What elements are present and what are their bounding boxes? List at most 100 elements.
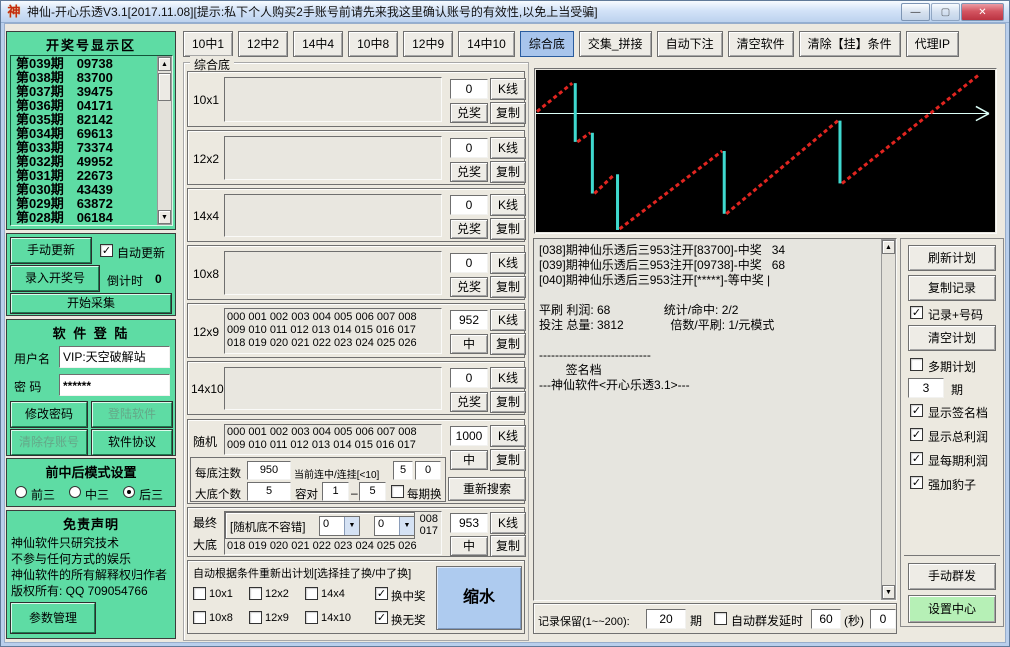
list-item[interactable]: 第033期73374 xyxy=(11,141,156,155)
replan-12x2-checkbox[interactable] xyxy=(249,587,262,600)
kline-button[interactable]: K线 xyxy=(490,137,526,159)
scrollbar[interactable]: ▲ ▼ xyxy=(157,56,172,225)
software-agreement-button[interactable]: 软件协议 xyxy=(92,430,172,455)
shrink-button[interactable]: 缩水 xyxy=(436,566,522,630)
scroll-thumb[interactable] xyxy=(158,73,171,101)
tolerance-to-field[interactable]: 5 xyxy=(359,482,386,501)
change-password-button[interactable]: 修改密码 xyxy=(11,402,87,427)
plan-log-area[interactable]: [038]期神仙乐透后三953注开[83700]-中奖 34 [039]期神仙乐… xyxy=(533,238,897,601)
password-field[interactable]: ****** xyxy=(59,374,170,396)
tab-10z8[interactable]: 10中8 xyxy=(348,31,398,57)
start-collect-button[interactable]: 开始采集 xyxy=(11,294,171,313)
show-signature-checkbox[interactable]: ✓ xyxy=(910,404,923,417)
list-item[interactable]: 第034期69613 xyxy=(11,127,156,141)
list-item[interactable]: 第037期39475 xyxy=(11,85,156,99)
hit-button[interactable]: 中 xyxy=(450,450,488,470)
tab-intersect[interactable]: 交集_拼接 xyxy=(579,31,652,57)
draw-listbox[interactable]: 第039期09738 第038期83700 第037期39475 第036期04… xyxy=(10,55,173,226)
copy-button[interactable]: 复制 xyxy=(490,391,526,413)
redeem-button[interactable]: 兑奖 xyxy=(450,219,488,239)
list-item[interactable]: 第039期09738 xyxy=(11,57,156,71)
hit-button[interactable]: 中 xyxy=(450,334,488,354)
list-item[interactable]: 第032期49952 xyxy=(11,155,156,169)
username-field[interactable]: VIP:天空破解站 xyxy=(59,346,170,368)
copy-button[interactable]: 复制 xyxy=(490,102,526,124)
manual-broadcast-button[interactable]: 手动群发 xyxy=(908,563,996,590)
replan-10x1-checkbox[interactable] xyxy=(193,587,206,600)
title-bar[interactable]: 神 神仙-开心乐透V3.1[2017.11.08][提示:私下个人购买2手账号前… xyxy=(1,1,1009,23)
final-content-area[interactable]: 008 017 018 019 020 021 022 023 024 025 … xyxy=(224,511,442,555)
streak-lose-field[interactable]: 0 xyxy=(415,461,441,480)
redeem-button[interactable]: 兑奖 xyxy=(450,162,488,182)
copy-button[interactable]: 复制 xyxy=(490,449,526,471)
row-content-area[interactable] xyxy=(224,367,442,410)
row-content-area[interactable] xyxy=(224,251,442,295)
redeem-button[interactable]: 兑奖 xyxy=(450,103,488,123)
broadcast-extra-field[interactable]: 0 xyxy=(870,609,896,629)
replan-14x4-checkbox[interactable] xyxy=(305,587,318,600)
list-item[interactable]: 第031期22673 xyxy=(11,169,156,183)
chevron-down-icon[interactable]: ▼ xyxy=(399,517,414,535)
list-item[interactable]: 第030期43439 xyxy=(11,183,156,197)
row-content-area[interactable] xyxy=(224,77,442,122)
row-content-area[interactable] xyxy=(224,136,442,180)
redeem-button[interactable]: 兑奖 xyxy=(450,277,488,297)
replan-14x10-checkbox[interactable] xyxy=(305,611,318,624)
tab-proxy-ip[interactable]: 代理IP xyxy=(906,31,959,57)
final-dropdown-1[interactable]: 0 ▼ xyxy=(319,516,360,536)
scroll-down-icon[interactable]: ▼ xyxy=(158,210,171,224)
record-number-checkbox[interactable]: ✓ xyxy=(910,306,923,319)
minimize-button[interactable]: — xyxy=(901,3,930,21)
list-item[interactable]: 第028期06184 xyxy=(11,211,156,225)
show-each-profit-checkbox[interactable]: ✓ xyxy=(910,452,923,465)
scrollbar[interactable]: ▲ ▼ xyxy=(881,239,896,600)
record-keep-field[interactable]: 20 xyxy=(646,609,686,629)
clear-account-button[interactable]: 清除存账号 xyxy=(11,430,87,455)
manual-update-button[interactable]: 手动更新 xyxy=(11,238,91,263)
kline-button[interactable]: K线 xyxy=(490,252,526,274)
copy-button[interactable]: 复制 xyxy=(490,161,526,183)
hit-button[interactable]: 中 xyxy=(450,536,488,556)
replan-12x9-checkbox[interactable] xyxy=(249,611,262,624)
copy-button[interactable]: 复制 xyxy=(490,333,526,355)
research-button[interactable]: 重新搜索 xyxy=(448,477,526,501)
show-total-profit-checkbox[interactable]: ✓ xyxy=(910,428,923,441)
period-count-field[interactable]: 3 xyxy=(908,378,944,398)
kline-button[interactable]: K线 xyxy=(490,309,526,331)
chevron-down-icon[interactable]: ▼ xyxy=(344,517,359,535)
radio-middle3[interactable] xyxy=(69,486,81,498)
final-dropdown-2[interactable]: 0 ▼ xyxy=(374,516,415,536)
copy-button[interactable]: 复制 xyxy=(490,218,526,240)
login-software-button[interactable]: 登陆软件 xyxy=(92,402,172,427)
tab-12z2[interactable]: 12中2 xyxy=(238,31,288,57)
tab-14z10[interactable]: 14中10 xyxy=(458,31,515,57)
close-button[interactable]: ✕ xyxy=(961,3,1004,21)
each-period-checkbox[interactable] xyxy=(391,485,404,498)
list-item[interactable]: 第035期82142 xyxy=(11,113,156,127)
radio-front3[interactable] xyxy=(15,486,27,498)
swap-on-lose-checkbox[interactable]: ✓ xyxy=(375,611,388,624)
maximize-button[interactable]: ▢ xyxy=(931,3,960,21)
scroll-down-icon[interactable]: ▼ xyxy=(882,585,895,599)
kline-button[interactable]: K线 xyxy=(490,425,526,447)
copy-record-button[interactable]: 复制记录 xyxy=(908,275,996,301)
list-item[interactable]: 第038期83700 xyxy=(11,71,156,85)
tab-clear-software[interactable]: 清空软件 xyxy=(728,31,794,57)
kline-button[interactable]: K线 xyxy=(490,512,526,534)
tab-10z1[interactable]: 10中1 xyxy=(183,31,233,57)
tab-autobet[interactable]: 自动下注 xyxy=(657,31,723,57)
list-item[interactable]: 第029期63872 xyxy=(11,197,156,211)
kline-button[interactable]: K线 xyxy=(490,367,526,389)
tab-composite[interactable]: 综合底 xyxy=(520,31,574,57)
per-base-field[interactable]: 950 xyxy=(247,461,291,480)
kline-button[interactable]: K线 xyxy=(490,194,526,216)
redeem-button[interactable]: 兑奖 xyxy=(450,392,488,412)
random-content-area[interactable]: 000 001 002 003 004 005 006 007 008 009 … xyxy=(224,424,442,455)
scroll-up-icon[interactable]: ▲ xyxy=(158,57,171,71)
row-content-area[interactable] xyxy=(224,194,442,237)
params-button[interactable]: 参数管理 xyxy=(11,603,95,633)
copy-button[interactable]: 复制 xyxy=(490,535,526,557)
copy-button[interactable]: 复制 xyxy=(490,276,526,298)
streak-win-field[interactable]: 5 xyxy=(393,461,413,480)
force-leopard-checkbox[interactable]: ✓ xyxy=(910,476,923,489)
